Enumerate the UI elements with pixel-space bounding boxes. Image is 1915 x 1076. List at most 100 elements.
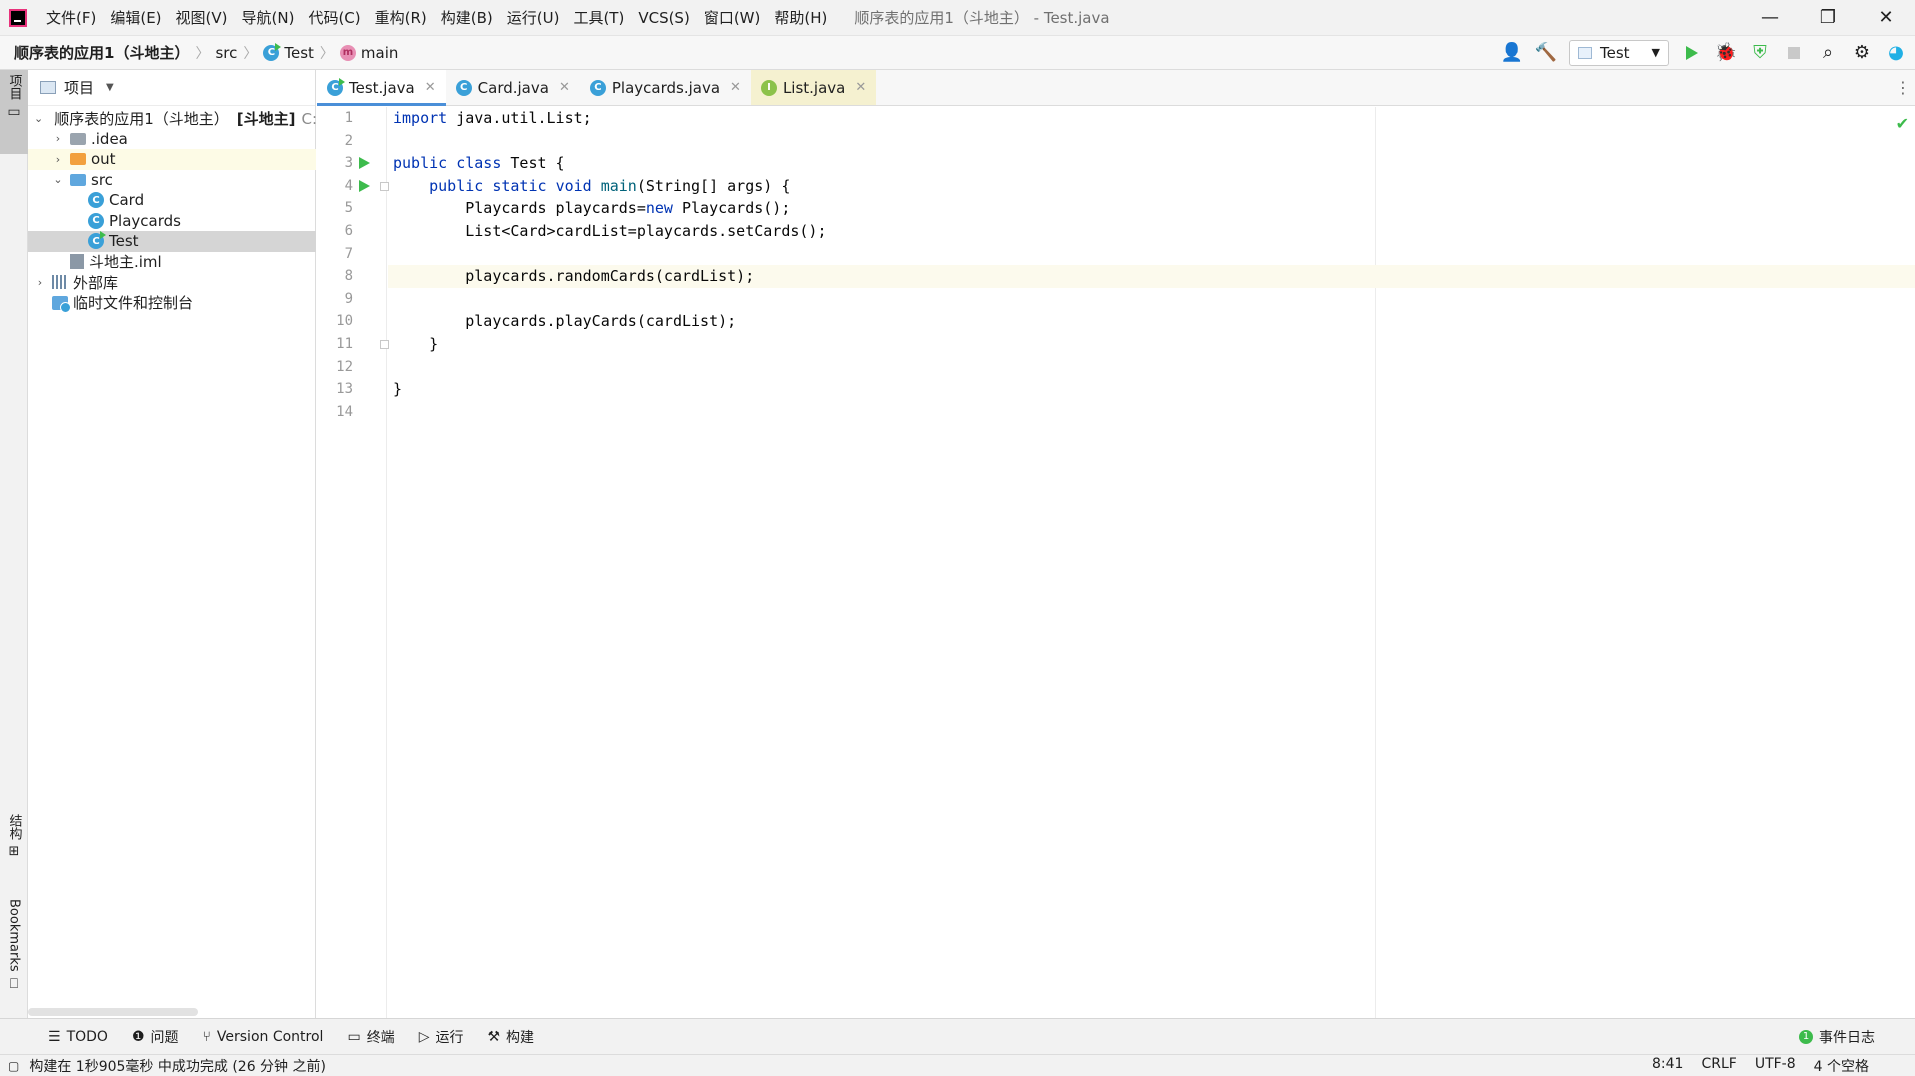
code-with-me-icon[interactable]: ◕: [1885, 42, 1907, 64]
breadcrumb-test[interactable]: C Test: [257, 42, 320, 62]
code-line[interactable]: List<Card>cardList=playcards.setCards();: [388, 220, 1915, 243]
code-line[interactable]: playcards.playCards(cardList);: [388, 310, 1915, 333]
menu-item[interactable]: 代码(C): [301, 0, 367, 36]
code-line[interactable]: [388, 130, 1915, 153]
tree-item[interactable]: C Playcards: [28, 211, 316, 232]
menu-item[interactable]: 文件(F): [39, 0, 103, 36]
tree-item[interactable]: › out: [28, 149, 316, 170]
expand-arrow-icon[interactable]: ›: [34, 276, 46, 289]
code-line[interactable]: Playcards playcards=new Playcards();: [388, 197, 1915, 220]
code-line[interactable]: }: [388, 333, 1915, 356]
menu-item[interactable]: 编辑(E): [103, 0, 168, 36]
menu-item[interactable]: 运行(U): [500, 0, 567, 36]
tree-item[interactable]: › .idea: [28, 129, 316, 150]
close-icon[interactable]: ✕: [425, 80, 436, 95]
menu-item[interactable]: 窗口(W): [697, 0, 768, 36]
menu-item[interactable]: 构建(B): [434, 0, 500, 36]
problems-label: 问题: [150, 1029, 179, 1046]
status-toggle-icon[interactable]: ▢: [8, 1059, 19, 1073]
code-line[interactable]: import java.util.List;: [388, 107, 1915, 130]
version-control-tool-button[interactable]: ⑂ Version Control: [191, 1019, 336, 1055]
project-panel-header[interactable]: 项目 ▼: [28, 70, 315, 106]
tab-label: Test.java: [349, 78, 415, 97]
restore-button[interactable]: ❐: [1799, 0, 1857, 36]
code-line[interactable]: playcards.randomCards(cardList);: [388, 265, 1915, 288]
menu-item[interactable]: 重构(R): [368, 0, 434, 36]
line-number: 2: [344, 132, 353, 149]
tree-item[interactable]: ⌄ 顺序表的应用1（斗地主） [斗地主] C:\代码\: [28, 108, 316, 129]
line-number: 11: [336, 336, 353, 352]
terminal-tool-button[interactable]: ▭ 终端: [335, 1019, 406, 1055]
editor-gutter[interactable]: 1 2 3 4 5 6 7 8 9 10 11 12 13 14: [317, 107, 389, 1018]
close-button[interactable]: ✕: [1857, 0, 1915, 36]
tree-item[interactable]: › 外部库: [28, 272, 316, 293]
breadcrumb-src[interactable]: src: [209, 44, 243, 62]
debug-icon[interactable]: 🐞: [1715, 42, 1737, 64]
indent-setting[interactable]: 4 个空格: [1814, 1056, 1869, 1076]
line-separator[interactable]: CRLF: [1701, 1056, 1736, 1076]
bookmarks-tool-tab[interactable]: Bookmarks ⎕: [0, 895, 28, 1005]
inspection-ok-icon[interactable]: ✔: [1896, 114, 1909, 133]
structure-tool-tab[interactable]: 结构 ⊞: [0, 810, 28, 875]
menu-item[interactable]: VCS(S): [631, 0, 696, 36]
tree-item[interactable]: 临时文件和控制台: [28, 293, 316, 314]
close-icon[interactable]: ✕: [730, 80, 741, 95]
menu-item[interactable]: 帮助(H): [767, 0, 834, 36]
code-line[interactable]: public class Test {: [388, 152, 1915, 175]
tree-item[interactable]: 斗地主.iml: [28, 252, 316, 273]
coverage-icon[interactable]: ⛨: [1749, 42, 1771, 64]
code-line[interactable]: public static void main(String[] args) {: [388, 175, 1915, 198]
caret-position[interactable]: 8:41: [1652, 1056, 1683, 1076]
close-icon[interactable]: ✕: [559, 80, 570, 95]
project-panel-title: 项目: [64, 79, 95, 97]
status-message[interactable]: 构建在 1秒905毫秒 中成功完成 (26 分钟 之前): [29, 1056, 326, 1076]
breadcrumb-project[interactable]: 顺序表的应用1（斗地主）: [0, 42, 195, 63]
code-line[interactable]: [388, 288, 1915, 311]
build-tool-button[interactable]: ⚒ 构建: [475, 1019, 546, 1055]
file-encoding[interactable]: UTF-8: [1755, 1056, 1796, 1076]
code-line[interactable]: }: [388, 378, 1915, 401]
horizontal-scrollbar[interactable]: [28, 1008, 198, 1016]
editor-tab[interactable]: C Playcards.java ✕: [580, 70, 751, 105]
editor-tab[interactable]: C Card.java ✕: [446, 70, 580, 105]
code-line[interactable]: [388, 243, 1915, 266]
build-hammer-icon[interactable]: 🔨: [1535, 42, 1557, 64]
tree-item[interactable]: C Card: [28, 190, 316, 211]
tree-item[interactable]: C Test: [28, 231, 316, 252]
code-editor[interactable]: import java.util.List; public class Test …: [388, 107, 1915, 1018]
project-tool-tab[interactable]: 项目 ▭: [0, 70, 28, 154]
menu-item[interactable]: 工具(T): [566, 0, 631, 36]
run-gutter-icon[interactable]: [359, 157, 370, 170]
tree-item[interactable]: ⌄ src: [28, 170, 316, 191]
run-gutter-icon[interactable]: [359, 179, 370, 192]
problems-tool-button[interactable]: ❶ 问题: [120, 1019, 191, 1055]
close-icon[interactable]: ✕: [855, 80, 866, 95]
todo-tool-button[interactable]: ☰ TODO: [0, 1019, 120, 1055]
chevron-down-icon[interactable]: ▼: [106, 82, 114, 93]
stop-icon[interactable]: [1783, 42, 1805, 64]
gear-icon[interactable]: ⚙: [1851, 42, 1873, 64]
editor-tab[interactable]: C Test.java ✕: [317, 70, 446, 106]
chevron-down-icon: ▼: [1651, 46, 1660, 59]
menu-item[interactable]: 导航(N): [235, 0, 302, 36]
breadcrumb-main[interactable]: m main: [334, 44, 404, 62]
folder-icon: ▭: [7, 104, 21, 120]
class-icon: C: [88, 212, 104, 229]
expand-arrow-icon[interactable]: ⌄: [52, 173, 64, 186]
expand-arrow-icon[interactable]: ›: [52, 132, 64, 145]
expand-arrow-icon[interactable]: ›: [52, 153, 64, 166]
code-line[interactable]: [388, 401, 1915, 424]
user-icon[interactable]: 👤: [1501, 42, 1523, 64]
run-tool-button[interactable]: ▷ 运行: [407, 1019, 476, 1055]
more-tabs-icon[interactable]: ⋮: [1891, 70, 1915, 105]
run-icon[interactable]: [1681, 42, 1703, 64]
project-tab-label: 项目: [6, 74, 22, 100]
expand-arrow-icon[interactable]: ⌄: [34, 112, 43, 125]
editor-tab[interactable]: I List.java ✕: [750, 70, 877, 105]
menu-item[interactable]: 视图(V): [169, 0, 235, 36]
run-config-dropdown[interactable]: Test ▼: [1569, 39, 1669, 66]
event-log-tool-button[interactable]: 1 事件日志: [1787, 1019, 1915, 1055]
minimize-button[interactable]: —: [1741, 0, 1799, 36]
code-line[interactable]: [388, 356, 1915, 379]
search-icon[interactable]: ⌕: [1817, 42, 1839, 64]
